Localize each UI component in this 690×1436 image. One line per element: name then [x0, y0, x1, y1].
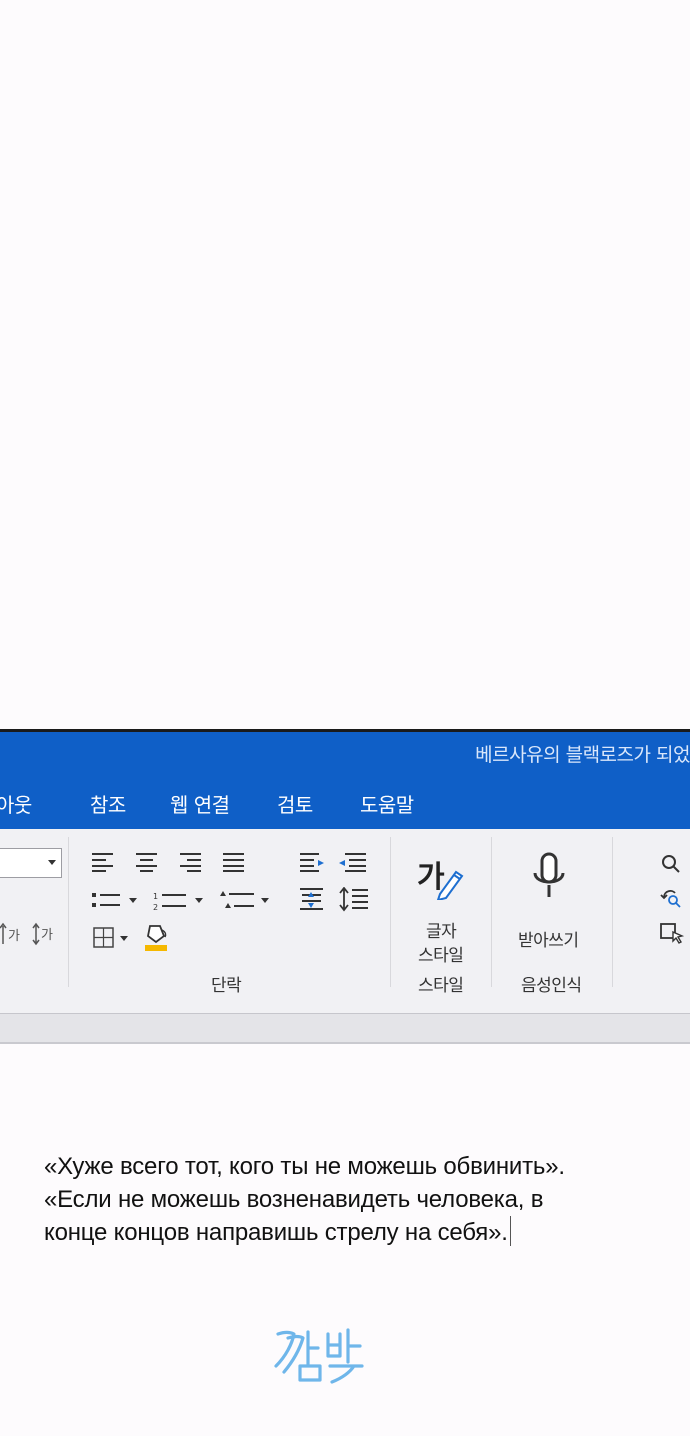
word-window: 베르사유의 블랙로즈가 되었 아웃 참조 웹 연결 검토 도움말 가 가 1 2… [0, 729, 690, 1044]
menu-help[interactable]: 도움말 [360, 789, 414, 818]
borders-icon[interactable] [93, 926, 133, 950]
bullet-list-icon[interactable] [91, 890, 143, 910]
text-cursor [509, 1216, 511, 1246]
quote-line-3: конце концов направишь стрелу на себя». [44, 1219, 508, 1246]
menu-references[interactable]: 참조 [90, 789, 126, 818]
menu-bar: 아웃 참조 웹 연결 검토 도움말 [0, 775, 690, 829]
signature-logo [274, 1328, 364, 1384]
line-spacing-text-icon[interactable]: 가 [32, 922, 56, 948]
title-bar: 베르사유의 블랙로즈가 되었 [0, 729, 690, 775]
pen-icon [436, 870, 464, 900]
window-title: 베르사유의 블랙로즈가 되었 [475, 744, 690, 766]
group-separator [68, 837, 69, 987]
group-separator [491, 837, 492, 987]
quote-text-block: «Хуже всего тот, кого ты не можешь обвин… [44, 1150, 684, 1249]
quote-line-1: «Хуже всего тот, кого ты не можешь обвин… [44, 1153, 565, 1180]
align-right-icon[interactable] [179, 852, 203, 872]
group-label-paragraph: 단락 [211, 976, 242, 996]
menu-layout[interactable]: 아웃 [0, 789, 32, 818]
numbered-list-icon[interactable]: 1 2 [153, 890, 209, 912]
select-icon[interactable] [660, 922, 686, 944]
small-font-glyph: 가 [8, 929, 20, 944]
paragraph-spacing-icon[interactable] [339, 887, 369, 913]
menu-web-connect[interactable]: 웹 연결 [170, 789, 230, 818]
chevron-down-icon [48, 860, 56, 865]
align-left-icon[interactable] [91, 852, 115, 872]
ribbon-bottom-bar [0, 1013, 690, 1044]
microphone-icon[interactable] [530, 851, 570, 907]
line-spacing-icon[interactable] [299, 887, 325, 913]
char-style-label-1: 글자 [426, 922, 457, 942]
svg-text:가: 가 [41, 928, 53, 943]
char-style-label-2: 스타일 [418, 946, 464, 966]
replace-icon[interactable] [660, 887, 684, 909]
justify-icon[interactable] [222, 852, 246, 872]
text-direction-icon[interactable]: 가 [0, 922, 24, 948]
decrease-indent-icon[interactable] [299, 852, 327, 872]
menu-review[interactable]: 검토 [277, 789, 313, 818]
shading-paint-bucket-icon[interactable] [144, 922, 170, 952]
increase-indent-icon[interactable] [337, 852, 367, 872]
align-center-icon[interactable] [135, 852, 159, 872]
find-icon[interactable] [660, 853, 682, 875]
group-label-voice: 음성인식 [521, 976, 582, 996]
group-separator [612, 837, 613, 987]
group-separator [390, 837, 391, 987]
svg-text:1: 1 [153, 892, 158, 901]
quote-line-2: «Если не можешь возненавидеть человека, … [44, 1186, 544, 1213]
blank-page-area [0, 0, 690, 730]
group-label-style: 스타일 [418, 976, 464, 996]
font-size-dropdown[interactable] [0, 848, 62, 878]
dictate-label[interactable]: 받아쓰기 [518, 926, 579, 951]
char-style-button[interactable]: 가 [412, 848, 472, 902]
svg-text:2: 2 [153, 903, 158, 912]
multilevel-list-icon[interactable] [218, 890, 274, 912]
